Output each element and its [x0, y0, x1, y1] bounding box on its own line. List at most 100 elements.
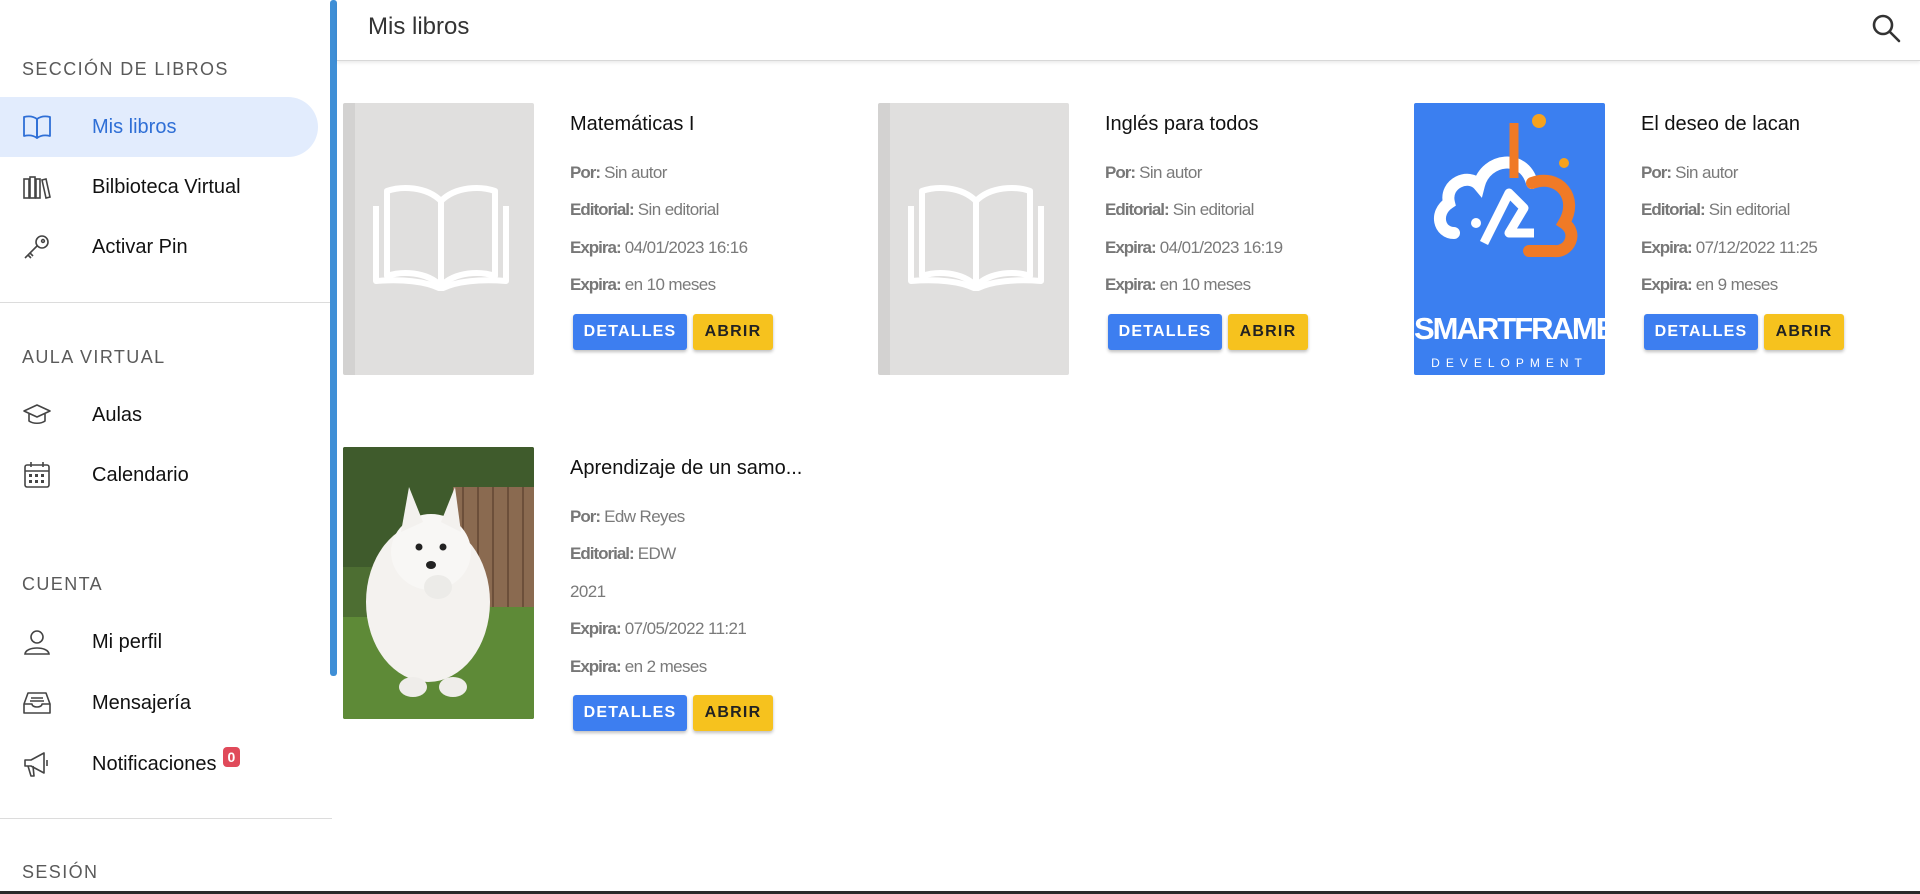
- sidebar-item-calendario[interactable]: Calendario: [0, 445, 318, 505]
- book-card: Aprendizaje de un samo... Por: Edw Reyes…: [343, 447, 863, 777]
- sidebar-item-label: Calendario: [92, 463, 189, 486]
- book-expires-date: Expira: 04/01/2023 16:16: [570, 238, 748, 258]
- open-button[interactable]: ABRIR: [1228, 314, 1308, 350]
- book-card: Matemáticas I Por: Sin autor Editorial: …: [343, 103, 863, 383]
- book-publisher: Editorial: Sin editorial: [1641, 200, 1790, 220]
- sidebar-item-label: Mensajería: [92, 691, 191, 714]
- author-value: Sin autor: [604, 163, 667, 182]
- book-cover[interactable]: [878, 103, 1069, 375]
- notification-badge: 0: [222, 746, 241, 767]
- publisher-value: EDW: [637, 544, 676, 563]
- label-expira: Expira:: [570, 238, 622, 257]
- label-por: Por:: [570, 507, 601, 526]
- book-cover[interactable]: [343, 447, 534, 719]
- publisher-value: Sin editorial: [637, 200, 720, 219]
- label-editorial: Editorial:: [1641, 200, 1706, 219]
- search-icon[interactable]: [1870, 12, 1902, 44]
- book-cover[interactable]: SMARTFRAME DEVELOPMENT: [1414, 103, 1605, 375]
- megaphone-icon: [22, 750, 52, 778]
- expires-date-value: 04/01/2023 16:19: [1159, 238, 1283, 257]
- sidebar-item-biblioteca-virtual[interactable]: Bilbioteca Virtual: [0, 157, 318, 217]
- notifications-label: Notificaciones: [92, 752, 217, 775]
- book-author: Por: Sin autor: [1641, 163, 1738, 183]
- sidebar: SECCIÓN DE LIBROS Mis libros Bilbioteca …: [0, 0, 332, 894]
- section-title-cuenta: CUENTA: [22, 574, 104, 594]
- top-bar: Mis libros: [337, 0, 1920, 61]
- label-expira: Expira:: [1641, 238, 1693, 257]
- book-expires-in: Expira: en 2 meses: [570, 657, 707, 677]
- book-year: 2021: [570, 582, 606, 601]
- book-publisher: Editorial: Sin editorial: [570, 200, 719, 220]
- label-por: Por:: [1641, 163, 1672, 182]
- page-title: Mis libros: [368, 13, 470, 40]
- author-value: Sin autor: [1139, 163, 1202, 182]
- sidebar-item-mi-perfil[interactable]: Mi perfil: [0, 612, 318, 672]
- author-value: Edw Reyes: [604, 507, 685, 526]
- book-title: Aprendizaje de un samo...: [570, 457, 803, 479]
- open-button[interactable]: ABRIR: [693, 695, 773, 731]
- book-author: Por: Sin autor: [1105, 163, 1202, 183]
- expires-date-value: 07/05/2022 11:21: [624, 619, 747, 638]
- book-title: El deseo de lacan: [1641, 113, 1801, 135]
- open-button[interactable]: ABRIR: [1764, 314, 1844, 350]
- sidebar-item-label: Bilbioteca Virtual: [92, 175, 241, 198]
- cover-title-text: SMARTFRAME: [1414, 311, 1605, 346]
- user-icon: [22, 628, 52, 656]
- book-title: Matemáticas I: [570, 113, 695, 135]
- sidebar-item-label: Activar Pin: [92, 235, 188, 258]
- book-publisher: Editorial: Sin editorial: [1105, 200, 1254, 220]
- details-button[interactable]: DETALLES: [1644, 314, 1758, 350]
- book-expires-date: Expira: 07/05/2022 11:21: [570, 619, 747, 639]
- details-button[interactable]: DETALLES: [1108, 314, 1222, 350]
- sidebar-item-notificaciones[interactable]: Notificaciones 0: [0, 734, 318, 794]
- expires-in-value: en 9 meses: [1695, 275, 1778, 294]
- samoyed-dog-photo: [343, 447, 534, 719]
- key-icon: [22, 233, 52, 261]
- publisher-value: Sin editorial: [1172, 200, 1255, 219]
- sidebar-item-activar-pin[interactable]: Activar Pin: [0, 217, 318, 277]
- book-card: Inglés para todos Por: Sin autor Editori…: [878, 103, 1398, 383]
- inbox-icon: [22, 689, 52, 717]
- book-publisher: Editorial: EDW: [570, 544, 676, 564]
- library-icon: [22, 173, 52, 201]
- open-button[interactable]: ABRIR: [693, 314, 773, 350]
- book-author: Por: Edw Reyes: [570, 507, 685, 527]
- divider: [0, 818, 332, 819]
- sidebar-item-label: Aulas: [92, 403, 143, 426]
- sidebar-scrollbar[interactable]: [330, 0, 337, 676]
- section-title-aula: AULA VIRTUAL: [22, 347, 166, 367]
- sidebar-item-label: Notificaciones 0: [92, 746, 241, 776]
- cover-subtitle-text: DEVELOPMENT: [1431, 356, 1588, 370]
- label-expira: Expira:: [570, 657, 622, 676]
- book-open-icon: [22, 113, 52, 141]
- book-expires-in: Expira: en 10 meses: [570, 275, 716, 295]
- label-expira: Expira:: [570, 275, 622, 294]
- book-expires-date: Expira: 07/12/2022 11:25: [1641, 238, 1818, 258]
- label-expira: Expira:: [570, 619, 622, 638]
- expires-in-value: en 2 meses: [624, 657, 707, 676]
- section-title-sesion: SESIÓN: [22, 862, 99, 882]
- sidebar-item-mis-libros[interactable]: Mis libros: [0, 97, 318, 157]
- details-button[interactable]: DETALLES: [573, 314, 687, 350]
- label-expira: Expira:: [1105, 275, 1157, 294]
- sidebar-item-label: Mis libros: [92, 115, 177, 138]
- label-expira: Expira:: [1641, 275, 1693, 294]
- expires-date-value: 07/12/2022 11:25: [1695, 238, 1818, 257]
- placeholder-book-icon: [908, 185, 1044, 291]
- sidebar-item-mensajeria[interactable]: Mensajería: [0, 673, 318, 733]
- divider: [0, 302, 332, 303]
- expires-in-value: en 10 meses: [624, 275, 716, 294]
- label-por: Por:: [570, 163, 601, 182]
- app: SECCIÓN DE LIBROS Mis libros Bilbioteca …: [0, 0, 1920, 894]
- section-title-libros: SECCIÓN DE LIBROS: [22, 59, 229, 79]
- label-editorial: Editorial:: [570, 544, 635, 563]
- label-por: Por:: [1105, 163, 1136, 182]
- placeholder-book-icon: [373, 185, 509, 291]
- book-cover[interactable]: [343, 103, 534, 375]
- book-expires-in: Expira: en 10 meses: [1105, 275, 1251, 295]
- label-expira: Expira:: [1105, 238, 1157, 257]
- details-button[interactable]: DETALLES: [573, 695, 687, 731]
- book-author: Por: Sin autor: [570, 163, 667, 183]
- sidebar-item-aulas[interactable]: Aulas: [0, 385, 318, 445]
- label-editorial: Editorial:: [1105, 200, 1170, 219]
